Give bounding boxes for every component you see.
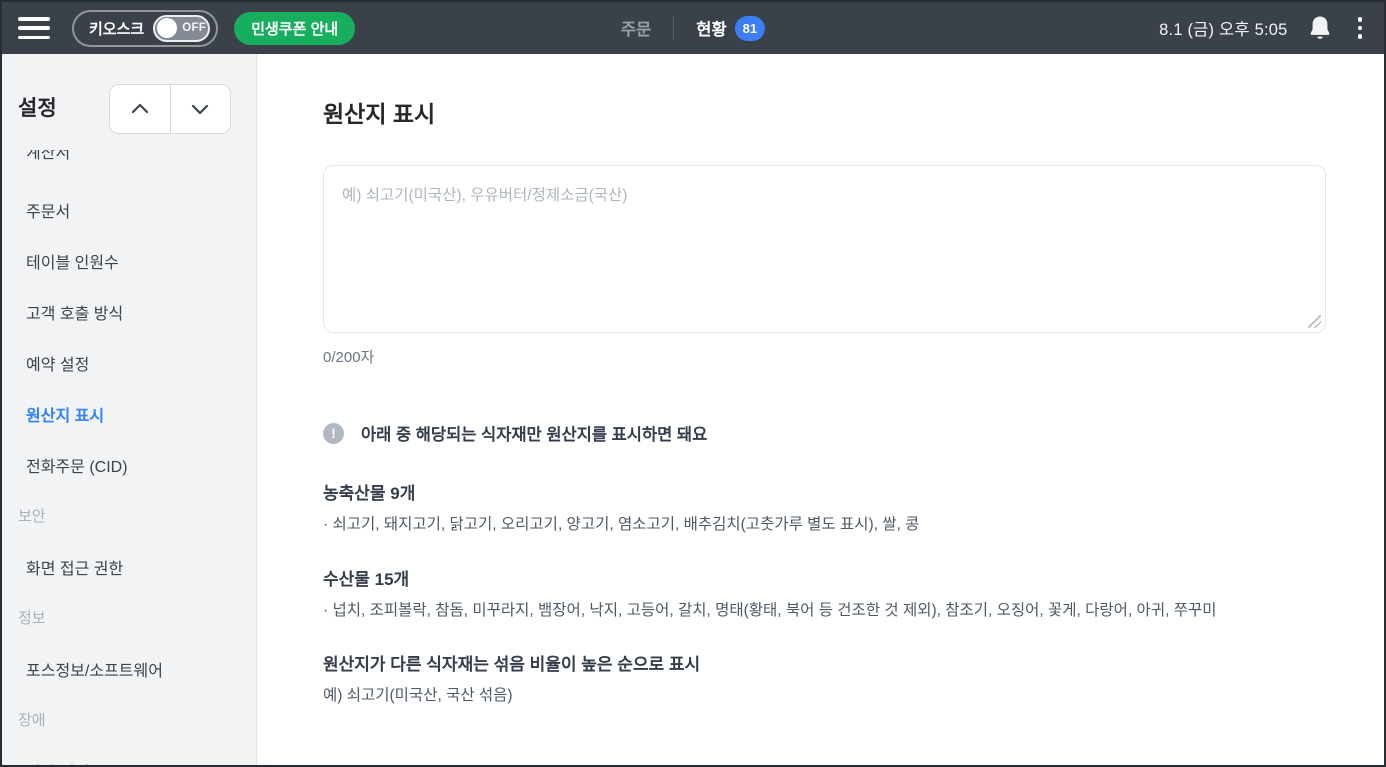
sidebar-item-고객-호출-방식[interactable]: 고객 호출 방식 — [2, 286, 256, 337]
main-content: 원산지 표시 0/200자 ! 아래 중 해당되는 식자재만 원산지를 표시하면… — [257, 54, 1384, 765]
info-section: 수산물 15개 · 넙치, 조피볼락, 참돔, 미꾸라지, 뱀장어, 낙지, 고등… — [323, 565, 1326, 622]
kiosk-toggle[interactable]: OFF — [153, 14, 211, 42]
sidebar-item-주문서[interactable]: 주문서 — [2, 184, 256, 235]
notice-text: 아래 중 해당되는 식자재만 원산지를 표시하면 돼요 — [361, 426, 708, 444]
settings-sidebar: 설정 계산서주문서 테이블 인원수 고객 호출 방식 예약 설정 원산지 표시 전화주문 … — [2, 54, 257, 765]
menu-icon[interactable] — [18, 17, 50, 39]
sidebar-item-전화주문-(CID)[interactable]: 전화주문 (CID) — [2, 439, 256, 490]
notice-row: ! 아래 중 해당되는 식자재만 원산지를 표시하면 돼요 — [323, 421, 1326, 445]
topbar-right: 8.1 (금) 오후 5:05 — [1159, 15, 1368, 41]
info-section: 농축산물 9개 · 쇠고기, 돼지고기, 닭고기, 오리고기, 양고기, 염소고기… — [323, 479, 1326, 536]
more-menu-icon[interactable] — [1352, 15, 1369, 41]
sidebar-section-label: 보안 — [18, 508, 46, 525]
coupon-info-button[interactable]: 민생쿠폰 안내 — [234, 11, 356, 45]
kiosk-toggle-group: 키오스크 OFF — [72, 9, 219, 47]
sidebar-item-비상-결제-모드[interactable]: 비상 결제 모드 — [2, 745, 256, 766]
topbar: 키오스크 OFF 민생쿠폰 안내 주문 현황 81 8.1 (금) 오후 5:0… — [2, 2, 1384, 54]
tab-divider — [673, 17, 675, 39]
origin-input-wrap — [323, 165, 1326, 333]
info-icon: ! — [323, 422, 344, 444]
sidebar-section-label: 장애 — [18, 712, 46, 729]
toggle-knob-icon — [157, 18, 178, 38]
tab-status-label: 현황 — [696, 21, 727, 39]
scroll-down-button[interactable] — [170, 85, 230, 133]
info-section-body: 예) 쇠고기(미국산, 국산 섞음) — [323, 687, 513, 705]
tab-status[interactable]: 현황 81 — [696, 15, 766, 41]
notification-bell-icon[interactable] — [1308, 15, 1332, 41]
sidebar-item-계산서[interactable]: 계산서 — [2, 150, 256, 176]
sidebar-header: 설정 — [2, 54, 256, 150]
sidebar-item-화면-접근-권한[interactable]: 화면 접근 권한 — [2, 541, 256, 592]
app-body: 설정 계산서 주문서 테이블 인원수 고객 호출 방식 예약 설정 원산지 표시 전화주문 … — [2, 54, 1384, 765]
datetime-label: 8.1 (금) 오후 5:05 — [1159, 21, 1288, 39]
sidebar-item-테이블-인원수[interactable]: 테이블 인원수 — [2, 235, 256, 286]
sidebar-section-label: 정보 — [18, 610, 46, 627]
kiosk-toggle-state: OFF — [182, 22, 207, 34]
info-section: 원산지가 다른 식자재는 섞음 비율이 높은 순으로 표시예) 쇠고기(미국산,… — [323, 650, 1326, 707]
sidebar-title: 설정 — [18, 97, 57, 120]
sidebar-item-예약-설정[interactable]: 예약 설정 — [2, 337, 256, 388]
sidebar-item-원산지-표시[interactable]: 원산지 표시 — [2, 388, 256, 439]
chevron-down-icon — [192, 104, 209, 115]
chevron-up-icon — [131, 103, 148, 114]
kiosk-label: 키오스크 — [89, 20, 145, 38]
info-section-title: 수산물 15개 — [323, 569, 410, 589]
topbar-tabs: 주문 현황 81 — [621, 2, 766, 54]
origin-input[interactable] — [323, 165, 1326, 333]
sidebar-scroll-buttons — [109, 84, 231, 134]
status-count-badge: 81 — [734, 15, 766, 41]
app-window: 키오스크 OFF 민생쿠폰 안내 주문 현황 81 8.1 (금) 오후 5:0… — [0, 0, 1386, 767]
info-section-body: · 쇠고기, 돼지고기, 닭고기, 오리고기, 양고기, 염소고기, 배추김치(… — [323, 516, 920, 533]
info-section-title: 원산지가 다른 식자재는 섞음 비율이 높은 순으로 표시 — [323, 655, 701, 675]
tab-order[interactable]: 주문 — [621, 16, 651, 40]
page-title: 원산지 표시 — [323, 101, 436, 127]
scroll-up-button[interactable] — [110, 85, 171, 133]
sidebar-item-포스정보/소프트웨어[interactable]: 포스정보/소프트웨어 — [2, 643, 256, 694]
info-section-body: · 넙치, 조피볼락, 참돔, 미꾸라지, 뱀장어, 낙지, 고등어, 갈치, … — [323, 601, 1217, 619]
info-section-title: 농축산물 9개 — [323, 484, 416, 503]
char-count: 0/200자 — [323, 349, 375, 366]
sidebar-nav: 계산서주문서 테이블 인원수 고객 호출 방식 예약 설정 원산지 표시 전화주문 (CI… — [2, 150, 256, 765]
info-sections: 농축산물 9개 · 쇠고기, 돼지고기, 닭고기, 오리고기, 양고기, 염소고기… — [323, 479, 1326, 707]
